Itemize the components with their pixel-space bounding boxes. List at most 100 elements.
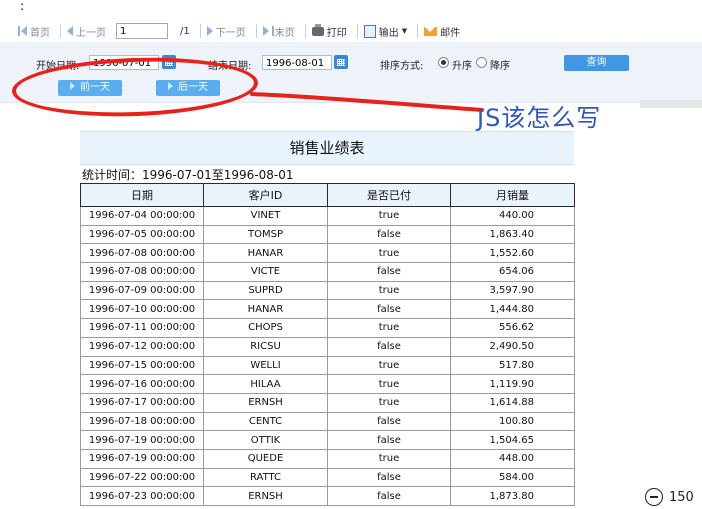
- cell-customer-id: ERNSH: [203, 486, 328, 506]
- cell-sales: 1,119.90: [450, 374, 575, 394]
- query-button[interactable]: 查询: [564, 55, 629, 71]
- cell-paid: true: [327, 318, 451, 338]
- toolbar-divider: [304, 24, 306, 38]
- first-page-button[interactable]: 首页: [18, 24, 50, 39]
- cell-date: 1996-07-11 00:00:00: [80, 318, 204, 338]
- table-row: 1996-07-17 00:00:00 ERNSH true 1,614.88: [80, 392, 575, 413]
- cell-customer-id: WELLI: [203, 355, 328, 376]
- zoom-control: 150: [645, 488, 694, 506]
- cell-date: 1996-07-10 00:00:00: [80, 299, 204, 320]
- annotation-text: JS该怎么写: [477, 104, 602, 132]
- stat-time: 统计时间：1996-07-01至1996-08-01: [82, 168, 294, 182]
- annotation-arrow: [250, 92, 484, 112]
- cell-date: 1996-07-18 00:00:00: [80, 411, 204, 432]
- cell-sales: 1,444.80: [450, 299, 575, 320]
- toolbar-divider: [199, 24, 201, 38]
- cell-sales: 1,863.40: [450, 224, 575, 245]
- cell-sales: 584.00: [450, 467, 575, 488]
- cell-customer-id: OTTIK: [203, 430, 328, 450]
- cell-paid: true: [327, 243, 451, 264]
- next-page-button[interactable]: 下一页: [206, 24, 246, 39]
- cell-date: 1996-07-23 00:00:00: [80, 486, 204, 506]
- table-row: 1996-07-15 00:00:00 WELLI true 517.80: [80, 355, 575, 376]
- cell-paid: true: [327, 206, 451, 226]
- mail-label: 邮件: [440, 27, 461, 39]
- cell-date: 1996-07-19 00:00:00: [80, 430, 204, 450]
- cell-sales: 1,552.60: [450, 243, 575, 264]
- cell-customer-id: VINET: [203, 206, 328, 226]
- cell-paid: false: [327, 224, 451, 245]
- cell-customer-id: QUEDE: [203, 448, 328, 469]
- column-header-customer-id: 客户ID: [203, 183, 328, 207]
- cell-customer-id: HANAR: [203, 299, 328, 320]
- cell-customer-id: VICTE: [203, 262, 328, 282]
- export-label: 输出: [378, 27, 399, 39]
- cell-customer-id: HANAR: [203, 243, 328, 264]
- cell-paid: false: [327, 430, 451, 450]
- cell-sales: 448.00: [450, 448, 575, 469]
- sort-desc-label: 降序: [490, 61, 510, 72]
- table-row: 1996-07-12 00:00:00 RICSU false 2,490.50: [80, 336, 575, 357]
- prev-page-label: 上一页: [76, 27, 106, 39]
- column-header-date: 日期: [80, 183, 204, 207]
- cell-date: 1996-07-05 00:00:00: [80, 224, 204, 245]
- cell-paid: true: [327, 392, 451, 413]
- cell-sales: 100.80: [450, 411, 575, 432]
- cell-date: 1996-07-15 00:00:00: [80, 355, 204, 376]
- cell-paid: false: [327, 411, 451, 432]
- report-toolbar: 首页 上一页 /1 下一页 末页 打印 输出 ▼ 邮件: [18, 20, 702, 42]
- cell-date: 1996-07-22 00:00:00: [80, 467, 204, 488]
- cell-sales: 556.62: [450, 318, 575, 338]
- cell-paid: false: [327, 336, 451, 357]
- export-button[interactable]: 输出 ▼: [363, 24, 408, 39]
- toolbar-divider: [417, 24, 419, 38]
- table-row: 1996-07-22 00:00:00 RATTC false 584.00: [80, 467, 575, 488]
- cell-sales: 1,504.65: [450, 430, 575, 450]
- last-page-arrow-icon: [262, 26, 269, 36]
- column-header-monthly-sales: 月销量: [450, 183, 575, 207]
- cell-paid: true: [327, 448, 451, 469]
- end-date-input[interactable]: 1996-08-01: [262, 55, 332, 70]
- column-header-paid: 是否已付: [327, 183, 451, 207]
- prev-page-button[interactable]: 上一页: [67, 24, 106, 39]
- table-row: 1996-07-16 00:00:00 HILAA true 1,119.90: [80, 374, 575, 394]
- cell-paid: true: [327, 280, 451, 301]
- cell-date: 1996-07-04 00:00:00: [80, 206, 204, 226]
- table-row: 1996-07-23 00:00:00 ERNSH false 1,873.80: [80, 486, 575, 506]
- toolbar-divider: [60, 24, 61, 38]
- page-number-input[interactable]: [116, 23, 168, 39]
- panel-collapse-tab[interactable]: [640, 100, 702, 108]
- export-icon: [363, 24, 376, 38]
- cell-sales: 1,614.88: [450, 392, 575, 413]
- page-total: /1: [180, 25, 190, 37]
- sort-label: 排序方式:: [380, 61, 424, 72]
- cell-sales: 654.06: [450, 262, 575, 282]
- cell-date: 1996-07-17 00:00:00: [80, 392, 204, 413]
- sales-table: 日期 客户ID 是否已付 月销量 1996-07-04 00:00:00 VINE…: [80, 183, 575, 506]
- table-row: 1996-07-08 00:00:00 HANAR true 1,552.60: [80, 243, 575, 264]
- zoom-out-icon[interactable]: [645, 488, 663, 506]
- mail-button[interactable]: 邮件: [424, 24, 460, 39]
- table-row: 1996-07-11 00:00:00 CHOPS true 556.62: [80, 318, 575, 338]
- last-page-icon: [271, 26, 274, 36]
- chevron-down-icon: ▼: [401, 27, 408, 35]
- sort-desc-radio[interactable]: [476, 57, 487, 68]
- cell-paid: false: [327, 467, 451, 488]
- print-label: 打印: [326, 27, 347, 39]
- next-page-label: 下一页: [215, 27, 246, 39]
- first-page-icon: [18, 26, 20, 36]
- cell-date: 1996-07-16 00:00:00: [80, 374, 204, 394]
- cell-sales: 440.00: [450, 206, 575, 226]
- cell-sales: 517.80: [450, 355, 575, 376]
- table-header-row: 日期 客户ID 是否已付 月销量: [80, 183, 575, 207]
- calendar-icon[interactable]: [334, 55, 348, 69]
- cell-date: 1996-07-19 00:00:00: [80, 448, 204, 469]
- table-row: 1996-07-19 00:00:00 QUEDE true 448.00: [80, 448, 575, 469]
- cell-paid: false: [327, 299, 451, 320]
- print-button[interactable]: 打印: [311, 23, 347, 39]
- cell-customer-id: HILAA: [203, 374, 328, 394]
- last-page-button[interactable]: 末页: [262, 24, 295, 39]
- cell-customer-id: ERNSH: [203, 392, 328, 413]
- cell-paid: false: [327, 262, 451, 282]
- sort-asc-radio[interactable]: [438, 57, 449, 68]
